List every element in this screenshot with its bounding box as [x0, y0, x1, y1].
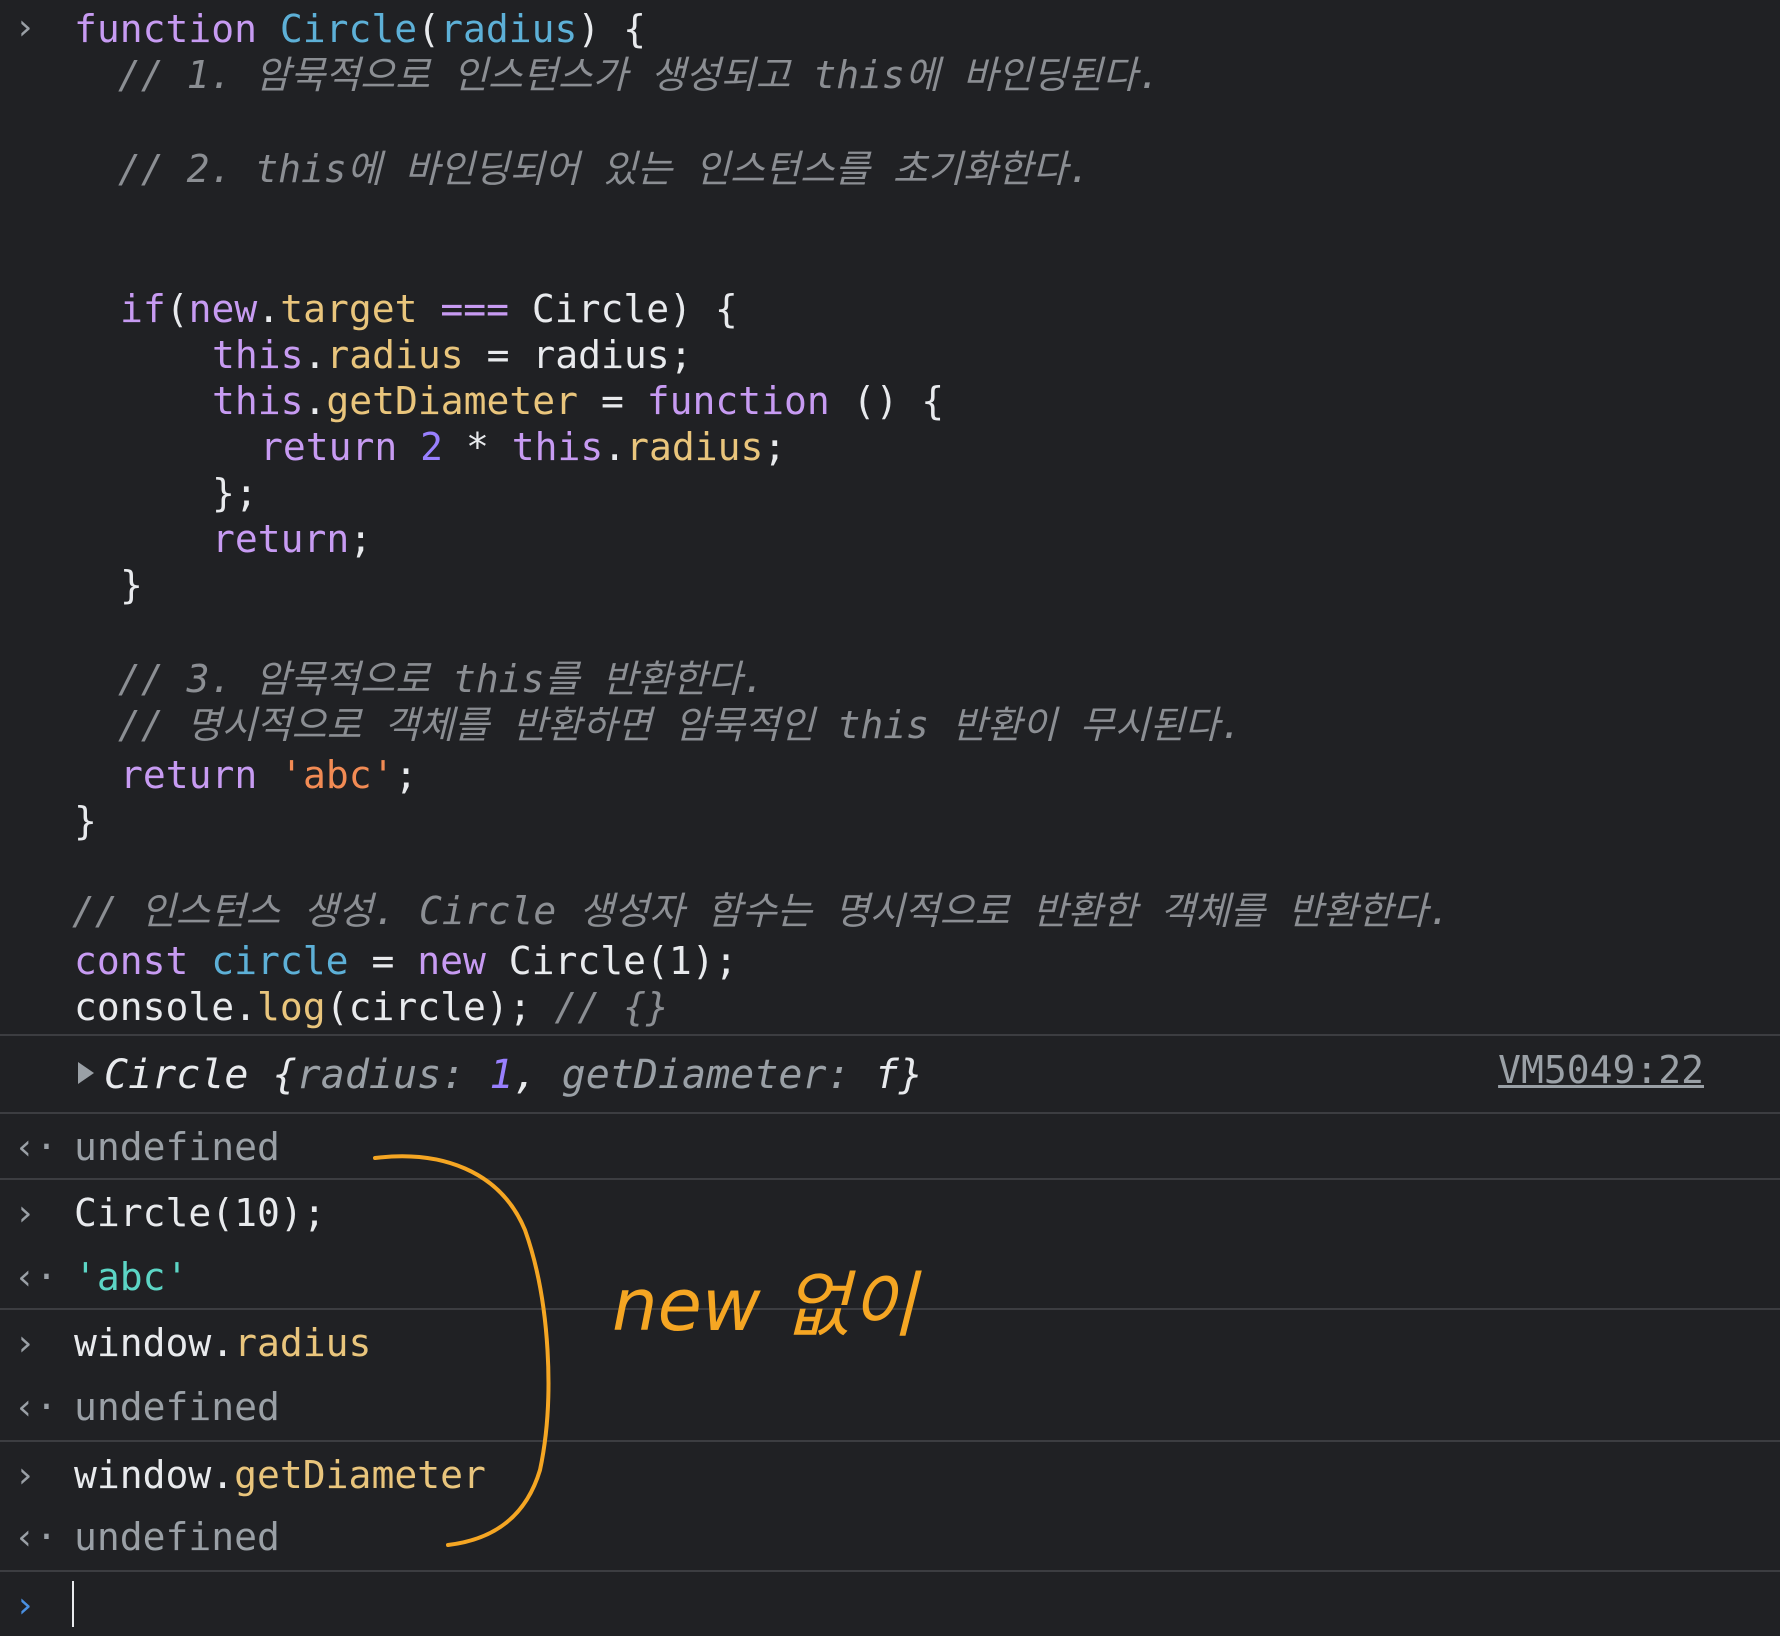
code-line-close-fn: };	[212, 471, 258, 515]
result-value: undefined	[74, 1385, 280, 1429]
code-line-return-empty: return;	[212, 517, 373, 561]
result-value: 'abc'	[74, 1255, 189, 1299]
return-arrow-icon: ‹·	[14, 1257, 58, 1298]
code-comment-2: // 2. this에 바인딩되어 있는 인스턴스를 초기화한다.	[118, 147, 1091, 191]
code-line-assign-diameter: this.getDiameter = function () {	[212, 379, 945, 423]
result-value: undefined	[74, 1515, 280, 1559]
console-input-line: Circle(10);	[74, 1191, 326, 1235]
code-line-if: if(new.target === Circle) {	[120, 287, 738, 331]
chevron-right-icon: ›	[14, 1585, 36, 1626]
console-prompt-input[interactable]	[72, 1581, 74, 1627]
result-value: undefined	[74, 1125, 280, 1169]
return-arrow-icon: ‹·	[14, 1127, 58, 1168]
code-comment-1: // 1. 암묵적으로 인스턴스가 생성되고 this에 바인딩된다.	[118, 53, 1161, 97]
object-preview[interactable]: Circle {radius: 1, getDiameter: f}	[78, 1050, 923, 1100]
source-link[interactable]: VM5049:22	[1498, 1048, 1704, 1092]
code-comment-3: // 3. 암묵적으로 this를 반환한다.	[118, 657, 766, 701]
divider	[0, 1178, 1780, 1180]
divider	[0, 1308, 1780, 1310]
code-line-return-expr: return 2 * this.radius;	[260, 425, 787, 469]
devtools-console: › function Circle(radius) { // 1. 암묵적으로 …	[0, 0, 1780, 1636]
chevron-right-icon: ›	[14, 1323, 36, 1364]
console-input-line: window.getDiameter	[74, 1453, 486, 1497]
divider	[0, 1570, 1780, 1572]
annotation-text: new 없이	[612, 1263, 922, 1347]
code-comment-5: // 인스턴스 생성. Circle 생성자 함수는 명시적으로 반환한 객체를…	[72, 889, 1451, 933]
code-line-close-main: }	[74, 799, 97, 843]
divider	[0, 1034, 1780, 1036]
code-line-return-abc: return 'abc';	[120, 753, 418, 797]
console-input-line: window.radius	[74, 1321, 372, 1365]
chevron-right-icon: ›	[14, 7, 36, 48]
code-line-close-if: }	[120, 563, 143, 607]
return-arrow-icon: ‹·	[14, 1387, 58, 1428]
code-line-function: function Circle(radius) {	[74, 7, 647, 51]
chevron-right-icon: ›	[14, 1455, 36, 1496]
divider	[0, 1440, 1780, 1442]
divider	[0, 1112, 1780, 1114]
code-comment-4: // 명시적으로 객체를 반환하면 암묵적인 this 반환이 무시된다.	[118, 703, 1243, 747]
return-arrow-icon: ‹·	[14, 1517, 58, 1558]
expand-triangle-icon[interactable]	[78, 1062, 94, 1084]
code-line-assign-radius: this.radius = radius;	[212, 333, 693, 377]
code-line-const: const circle = new Circle(1);	[74, 939, 738, 983]
code-line-console-log: console.log(circle); // {}	[74, 985, 669, 1029]
chevron-right-icon: ›	[14, 1193, 36, 1234]
